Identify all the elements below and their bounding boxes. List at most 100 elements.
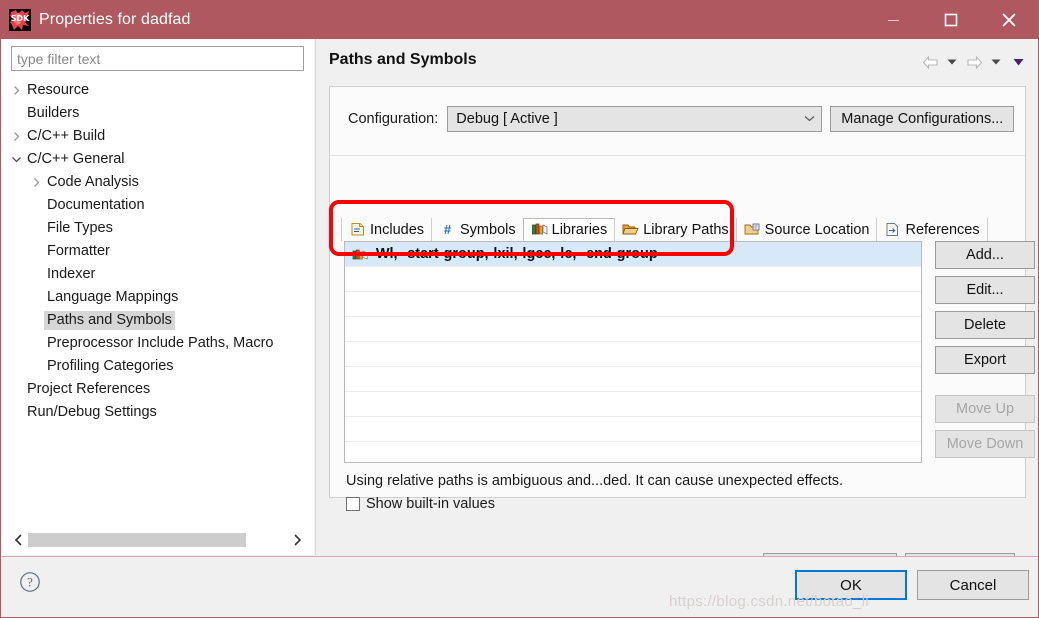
libraries-list[interactable]: -Wl,--start-group,-lxil,-lgcc,-lc,--end-… xyxy=(344,241,922,463)
twisty-placeholder xyxy=(28,263,44,286)
sidebar-item-label: Builders xyxy=(27,105,80,121)
sidebar-item-preprocessor-include-paths-macro[interactable]: Preprocessor Include Paths, Macro xyxy=(2,332,314,355)
sidebar-item-label: C/C++ General xyxy=(27,151,125,167)
sidebar-item-paths-and-symbols[interactable]: Paths and Symbols xyxy=(2,309,314,332)
configuration-select[interactable]: Debug [ Active ] xyxy=(447,106,823,132)
maximize-button[interactable] xyxy=(922,1,980,39)
twisty-placeholder xyxy=(28,240,44,263)
sidebar-item-c-c-general[interactable]: C/C++ General xyxy=(2,148,314,171)
chevron-right-icon xyxy=(13,132,19,141)
sidebar-item-builders[interactable]: Builders xyxy=(2,102,314,125)
back-arrow-icon[interactable] xyxy=(920,51,940,73)
twisty-placeholder xyxy=(28,217,44,240)
move-down-button: Move Down xyxy=(935,430,1035,458)
sidebar-item-language-mappings[interactable]: Language Mappings xyxy=(2,286,314,309)
chevron-down-icon xyxy=(11,157,21,163)
close-button[interactable] xyxy=(980,1,1038,39)
scroll-right-arrow-icon[interactable] xyxy=(288,531,306,549)
list-empty-row xyxy=(345,342,921,367)
chevron-down-icon xyxy=(804,114,815,125)
minimize-button[interactable] xyxy=(864,1,922,39)
twisty-placeholder xyxy=(28,332,44,355)
sidebar-item-label: C/C++ Build xyxy=(27,128,106,144)
relative-paths-hint: Using relative paths is ambiguous and...… xyxy=(346,473,844,489)
twisty-collapsed-icon[interactable] xyxy=(28,171,44,194)
twisty-collapsed-icon[interactable] xyxy=(8,125,24,148)
cancel-button[interactable]: Cancel xyxy=(917,570,1029,600)
tab-library-paths[interactable]: Library Paths xyxy=(614,218,737,241)
dialog-footer: ? OK Cancel xyxy=(2,556,1038,617)
show-builtin-values-checkbox[interactable]: Show built-in values xyxy=(346,496,495,512)
help-question-icon[interactable]: ? xyxy=(19,571,41,593)
sidebar-item-resource[interactable]: Resource xyxy=(2,79,314,102)
list-empty-row xyxy=(345,317,921,342)
list-empty-row xyxy=(345,292,921,317)
sidebar-item-label: Indexer xyxy=(47,266,96,282)
settings-content: Configuration: Debug [ Active ] Manage C… xyxy=(329,86,1035,580)
sidebar-item-indexer[interactable]: Indexer xyxy=(2,263,314,286)
svg-text:#: # xyxy=(444,222,452,237)
page-title: Paths and Symbols xyxy=(329,51,477,68)
footer-buttons: OK Cancel xyxy=(795,570,1029,600)
checkbox-box-icon xyxy=(346,497,360,511)
scrollbar-track[interactable] xyxy=(28,533,288,547)
scrollbar-thumb[interactable] xyxy=(28,533,246,547)
filter-field-wrapper xyxy=(11,46,304,71)
delete-button[interactable]: Delete xyxy=(935,311,1035,339)
sidebar-item-c-c-build[interactable]: C/C++ Build xyxy=(2,125,314,148)
twisty-placeholder xyxy=(8,401,24,424)
sidebar-item-label: Formatter xyxy=(47,243,110,259)
twisty-collapsed-icon[interactable] xyxy=(8,79,24,102)
tab-label: Includes xyxy=(370,221,425,238)
sidebar-item-file-types[interactable]: File Types xyxy=(2,217,314,240)
twisty-placeholder xyxy=(28,286,44,309)
tab-label: Libraries xyxy=(551,221,608,238)
sdk-icon-text: SDK xyxy=(10,14,30,23)
properties-dialog: SDK Properties for dadfad type filter te… xyxy=(0,0,1039,618)
minimize-icon xyxy=(887,19,899,21)
list-empty-row xyxy=(345,367,921,392)
sidebar-item-run-debug-settings[interactable]: Run/Debug Settings xyxy=(2,401,314,424)
tab-source-location[interactable]: Source Location xyxy=(735,218,878,241)
sidebar-item-label: Resource xyxy=(27,82,90,98)
sidebar-item-profiling-categories[interactable]: Profiling Categories xyxy=(2,355,314,378)
sidebar-item-code-analysis[interactable]: Code Analysis xyxy=(2,171,314,194)
twisty-placeholder xyxy=(28,355,44,378)
chevron-right-icon xyxy=(13,86,19,95)
tab-references[interactable]: References xyxy=(876,218,988,241)
sidebar-item-documentation[interactable]: Documentation xyxy=(2,194,314,217)
scroll-left-arrow-icon[interactable] xyxy=(10,531,28,549)
back-dropdown-icon[interactable] xyxy=(942,51,962,73)
tab-includes[interactable]: Includes xyxy=(341,218,433,241)
sidebar-item-label: Run/Debug Settings xyxy=(27,404,157,420)
tab-symbols[interactable]: # Symbols xyxy=(431,218,524,241)
search-input[interactable] xyxy=(11,46,304,71)
export-button[interactable]: Export xyxy=(935,346,1035,374)
sidebar-item-label: Preprocessor Include Paths, Macro xyxy=(47,335,274,351)
configuration-row: Configuration: Debug [ Active ] Manage C… xyxy=(348,106,1015,132)
page-navigation xyxy=(920,51,1028,73)
tab-libraries[interactable]: Libraries xyxy=(522,218,616,241)
twisty-expanded-icon[interactable] xyxy=(8,148,24,171)
sidebar-item-project-references[interactable]: Project References xyxy=(2,378,314,401)
ok-button[interactable]: OK xyxy=(795,570,907,600)
forward-dropdown-icon[interactable] xyxy=(986,51,1006,73)
edit-button[interactable]: Edit... xyxy=(935,276,1035,304)
tab-label: Library Paths xyxy=(643,221,729,238)
menu-dropdown-icon[interactable] xyxy=(1008,51,1028,73)
sidebar-item-formatter[interactable]: Formatter xyxy=(2,240,314,263)
window-controls xyxy=(864,1,1038,39)
add-button[interactable]: Add... xyxy=(935,241,1035,269)
list-empty-row xyxy=(345,417,921,442)
list-item[interactable]: -Wl,--start-group,-lxil,-lgcc,-lc,--end-… xyxy=(345,242,921,267)
sidebar-item-label: File Types xyxy=(47,220,113,236)
svg-text:?: ? xyxy=(27,575,33,590)
sidebar-item-label: Project References xyxy=(27,381,151,397)
tab-label: Symbols xyxy=(460,221,516,238)
manage-configurations-button[interactable]: Manage Configurations... xyxy=(830,106,1015,132)
settings-tree: Resource Builders C/C++ Build C/C++ General… xyxy=(2,79,314,559)
divider xyxy=(330,155,1025,156)
forward-arrow-icon[interactable] xyxy=(964,51,984,73)
tree-horizontal-scrollbar[interactable] xyxy=(10,531,306,549)
list-item-value: -Wl,--start-group,-lxil,-lgcc,-lc,--end-… xyxy=(371,246,658,262)
